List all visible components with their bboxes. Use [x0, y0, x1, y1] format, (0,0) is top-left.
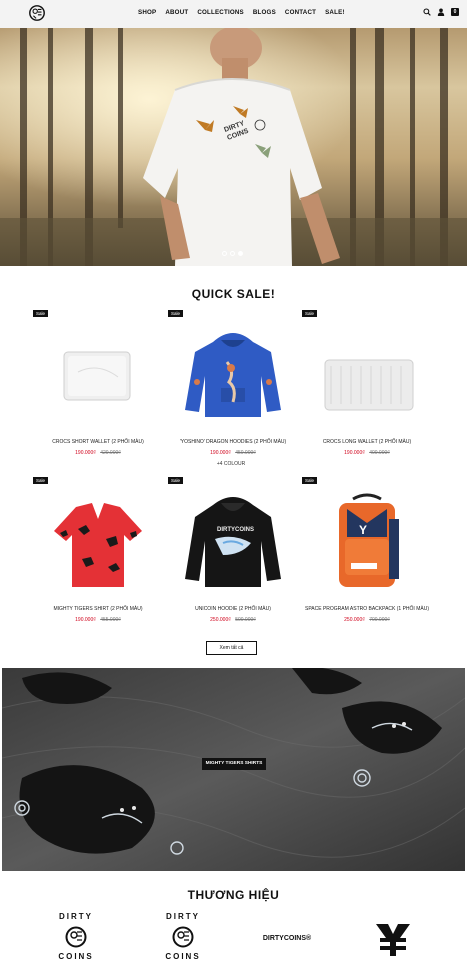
site-header: SHOP ABOUT COLLECTIONS BLOGS CONTACT SAL… — [0, 0, 467, 28]
sale-price: 250.000₫ — [344, 617, 365, 623]
sale-badge: Sale — [33, 477, 49, 484]
nav-contact[interactable]: CONTACT — [285, 9, 316, 16]
dirtycoins-logo-icon[interactable] — [28, 4, 46, 22]
sale-price: 190.000₫ — [210, 450, 231, 456]
nav-shop[interactable]: SHOP — [138, 9, 156, 16]
brand-logo-dirtycoins-circle-2[interactable]: DIRTY COINS — [158, 912, 208, 968]
hero-image: DIRTY COINS — [0, 28, 467, 266]
product-prices: 190.000₫ 450.000₫ — [168, 450, 298, 456]
cart-count: 0 — [453, 9, 457, 15]
product-prices: 190.000₫ 420.000₫ — [33, 450, 163, 456]
svg-text:Y: Y — [359, 523, 367, 537]
sale-badge: Sale — [302, 310, 318, 317]
sale-badge: Sale — [168, 477, 184, 484]
dirtycoins-emblem-icon — [65, 926, 87, 948]
product-name[interactable]: MIGHTY TIGERS SHIRT (2 PHỐI MÀU) — [33, 606, 163, 612]
brand-logo-dirtycoins-circle[interactable]: DIRTY COINS — [51, 912, 101, 968]
brand-logo-y-monogram[interactable] — [374, 920, 412, 958]
main-nav: SHOP ABOUT COLLECTIONS BLOGS CONTACT SAL… — [138, 9, 354, 16]
product-name[interactable]: CROCS SHORT WALLET (2 PHỐI MÀU) — [33, 439, 163, 445]
product-card[interactable]: Sale CROCS SHORT WALLET (2 PHỐI MÀU) 190… — [33, 310, 163, 460]
brand-logo-top-text: DIRTY — [166, 912, 200, 921]
slider-dot-active[interactable] — [238, 251, 243, 256]
sale-price: 190.000₫ — [344, 450, 365, 456]
original-price: 455.000₫ — [100, 617, 121, 623]
sale-price: 250.000₫ — [210, 617, 231, 623]
view-all-button[interactable]: Xem tất cả — [206, 641, 257, 655]
brand-logo-bottom-text: COINS — [58, 952, 94, 961]
slider-dot[interactable] — [222, 251, 227, 256]
original-price: 500.000₫ — [235, 617, 256, 623]
hero-slider[interactable]: DIRTY COINS — [0, 28, 467, 266]
product-card[interactable]: Sale MIGHTY TIGERS SHIRT (2 PHỐI MÀU) 19… — [33, 477, 163, 627]
mighty-tigers-shirts-button[interactable]: MIGHTY TIGERS SHIRTS — [202, 758, 266, 770]
product-name[interactable]: UNICOIN HOODIE (2 PHỐI MÀU) — [168, 606, 298, 612]
product-name[interactable]: SPACE PROGRAM ASTRO BACKPACK (1 PHỐI MÀU… — [302, 606, 432, 612]
cart-icon[interactable]: 0 — [451, 8, 459, 16]
sale-price: 190.000₫ — [75, 617, 96, 623]
nav-collections[interactable]: COLLECTIONS — [197, 9, 244, 16]
product-prices: 190.000₫ 400.000₫ — [302, 450, 432, 456]
product-card[interactable]: Sale DIRTYCOINS UNICOIN HOODIE (2 PHỐI M… — [168, 477, 298, 627]
y-monogram-icon — [376, 924, 410, 956]
product-prices: 190.000₫ 455.000₫ — [33, 617, 163, 623]
dirtycoins-emblem-icon — [172, 926, 194, 948]
original-price: 700.000₫ — [369, 617, 390, 623]
product-image-yoshino-dragon-hoodie[interactable] — [183, 322, 283, 422]
product-card[interactable]: Sale Y SPACE PROGRAM ASTRO BACKPACK (1 P… — [302, 477, 432, 627]
nav-blogs[interactable]: BLOGS — [253, 9, 276, 16]
nav-sale[interactable]: SALE! — [325, 9, 345, 16]
product-image-crocs-short-wallet[interactable] — [48, 322, 148, 422]
brand-logo-dirtycoins-wordmark[interactable]: DIRTYCOINS® — [252, 932, 322, 948]
brand-logo-bottom-text: COINS — [165, 952, 201, 961]
product-name[interactable]: CROCS LONG WALLET (2 PHỐI MÀU) — [302, 439, 432, 445]
original-price: 450.000₫ — [235, 450, 256, 456]
brands-title: THƯƠNG HIỆU — [187, 888, 280, 902]
original-price: 400.000₫ — [369, 450, 390, 456]
svg-text:DIRTYCOINS: DIRTYCOINS — [217, 527, 254, 533]
user-icon[interactable] — [437, 8, 445, 16]
product-image-mighty-tigers-shirt[interactable] — [48, 489, 148, 589]
colour-variants-note[interactable]: +4 COLOUR — [196, 461, 266, 467]
quick-sale-title: QUICK SALE! — [191, 287, 276, 301]
sale-price: 190.000₫ — [75, 450, 96, 456]
brand-logo-top-text: DIRTY — [59, 912, 93, 921]
slider-dot[interactable] — [230, 251, 235, 256]
product-name[interactable]: 'YOSHINO' DRAGON HOODIES (2 PHỐI MÀU) — [168, 439, 298, 445]
product-image-space-program-backpack[interactable]: Y — [317, 489, 417, 589]
nav-about[interactable]: ABOUT — [165, 9, 188, 16]
sale-badge: Sale — [168, 310, 184, 317]
brand-wordmark-text: DIRTYCOINS® — [262, 935, 312, 942]
product-card[interactable]: Sale 'YOSHINO' DRAGON HOODIES (2 PHỐI MÀ… — [168, 310, 298, 460]
product-image-unicoin-hoodie[interactable]: DIRTYCOINS — [183, 489, 283, 589]
sale-badge: Sale — [302, 477, 318, 484]
product-image-crocs-long-wallet[interactable] — [317, 322, 417, 422]
original-price: 420.000₫ — [100, 450, 121, 456]
product-prices: 250.000₫ 500.000₫ — [168, 617, 298, 623]
slider-dots — [222, 251, 243, 256]
product-card[interactable]: Sale CROCS LONG WALLET (2 PHỐI MÀU) 190.… — [302, 310, 432, 460]
product-prices: 250.000₫ 700.000₫ — [302, 617, 432, 623]
search-icon[interactable] — [423, 8, 431, 16]
sale-badge: Sale — [33, 310, 49, 317]
